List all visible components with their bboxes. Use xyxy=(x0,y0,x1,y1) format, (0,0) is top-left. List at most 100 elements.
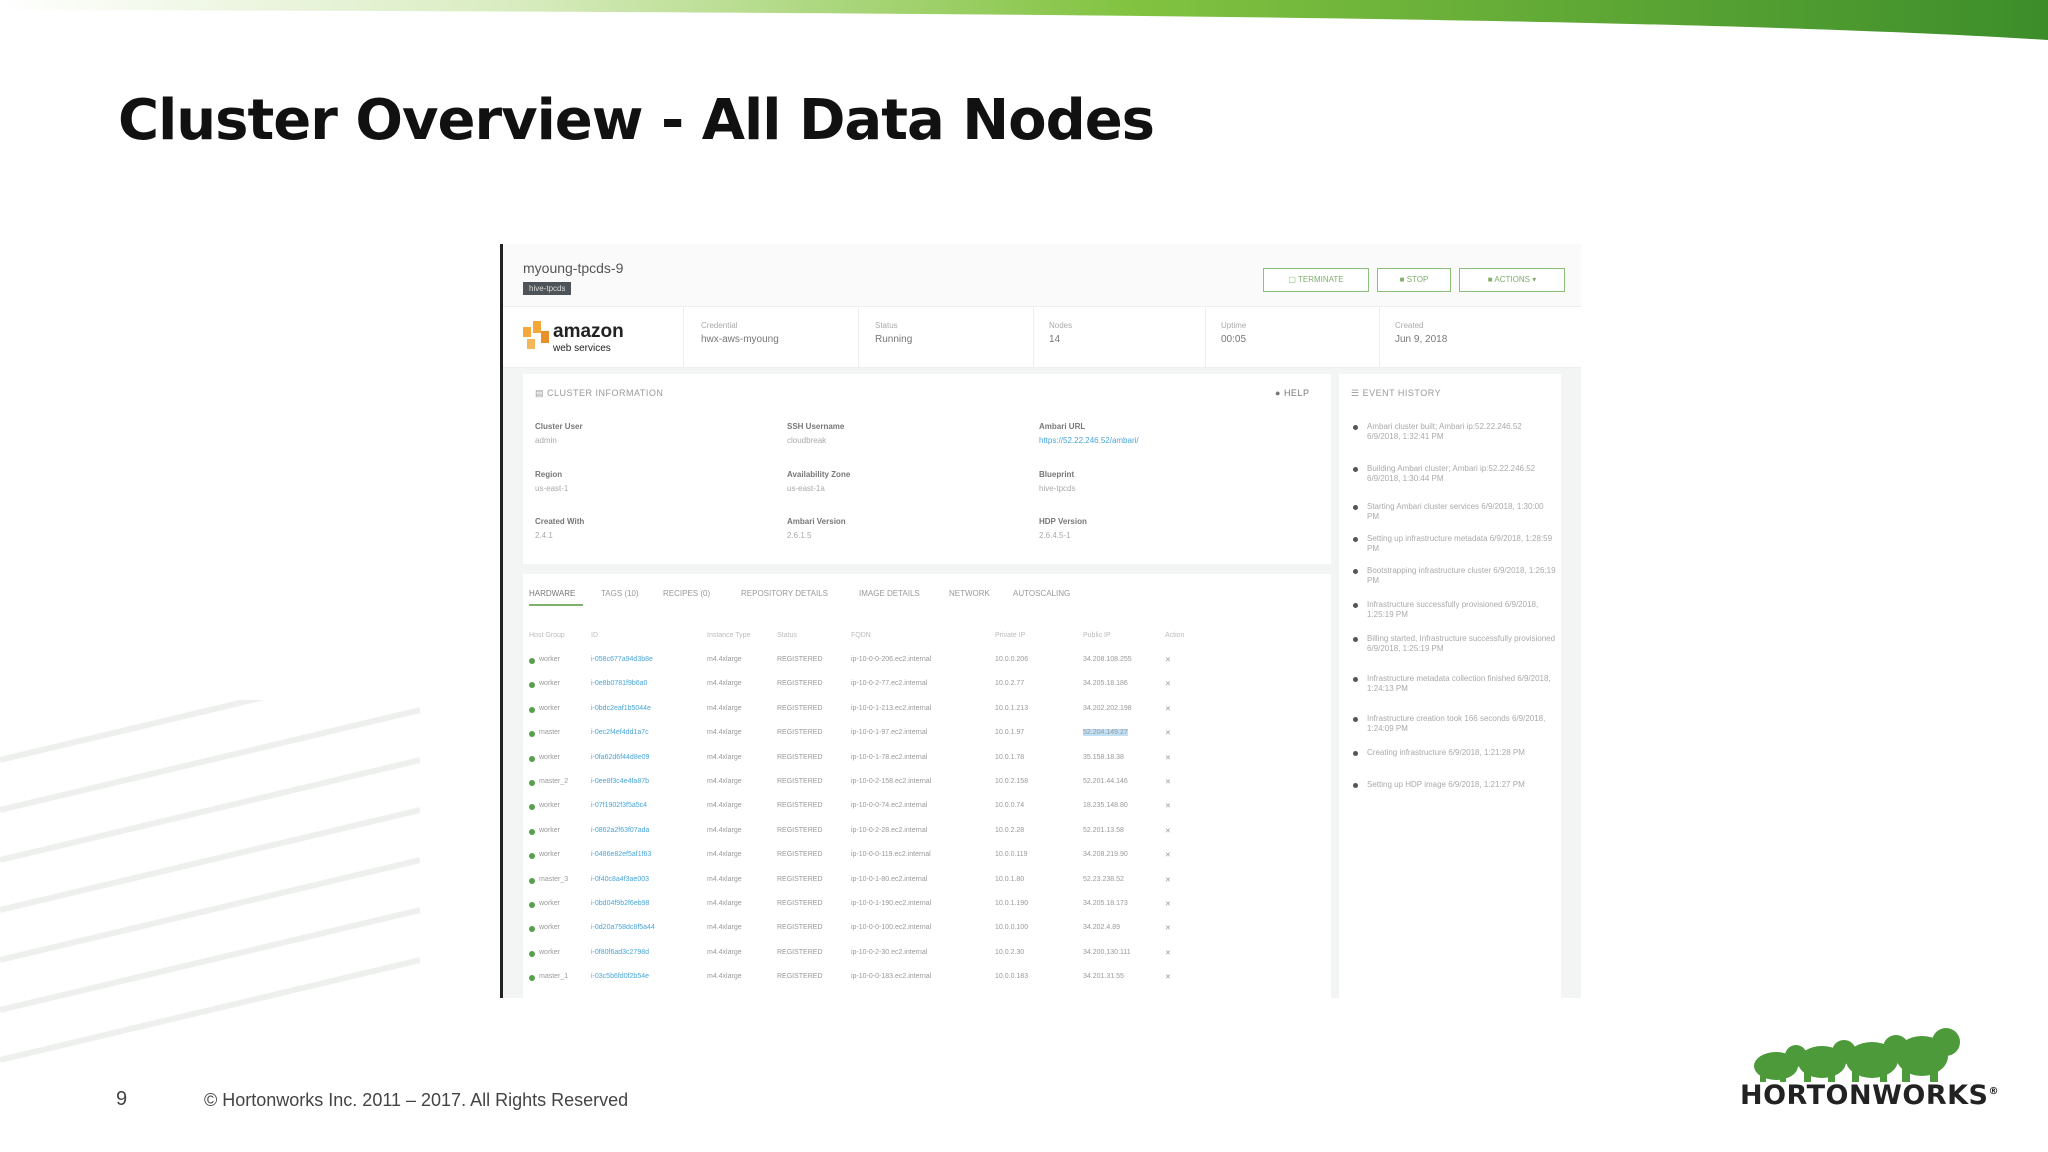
cluster-screenshot: myoung-tpcds-9 hive-tpcds ▢ TERMINATE ■ … xyxy=(500,244,1581,998)
table-cell: ip-10-0-1-213.ec2.internal xyxy=(851,704,932,712)
event-text: Infrastructure creation took 166 seconds… xyxy=(1367,714,1546,733)
instance-id-link[interactable]: i-0bdc2eaf1b5044e xyxy=(591,705,651,712)
instance-id-link[interactable]: i-0f80f6ad3c2798d xyxy=(591,949,649,956)
terminate-button[interactable]: ▢ TERMINATE xyxy=(1263,268,1369,292)
table-cell: worker xyxy=(539,826,561,834)
table-cell: 10.0.2.28 xyxy=(995,826,1025,834)
table-cell: worker xyxy=(539,704,561,712)
table-cell: m4.4xlarge xyxy=(707,778,742,785)
cluster-info-title: ▤ CLUSTER INFORMATION xyxy=(535,388,664,398)
remove-node-button[interactable]: ✕ xyxy=(1165,729,1171,737)
instance-id-link[interactable]: i-0e8b0781f9b6a0 xyxy=(591,680,647,687)
status-dot-icon xyxy=(529,706,535,713)
table-cell: REGISTERED xyxy=(777,875,823,883)
tab-autoscaling[interactable]: AUTOSCALING xyxy=(1013,589,1070,598)
remove-node-button[interactable]: ✕ xyxy=(1165,802,1171,810)
table-cell: 10.0.0.100 xyxy=(995,924,1029,932)
table-cell: 10.0.1.78 xyxy=(995,753,1025,761)
remove-node-button[interactable]: ✕ xyxy=(1165,778,1171,786)
status-dot-icon xyxy=(529,755,535,762)
table-cell: 10.0.2.77 xyxy=(995,680,1025,688)
instance-id-link[interactable]: i-0862a2f63f07ada xyxy=(591,827,649,834)
table-row: worker i-0486e82ef5af1f63 m4.4xlarge REGIST… xyxy=(503,851,1263,875)
status-dot-icon xyxy=(529,682,535,689)
table-row: worker i-0e8b0781f9b6a0 m4.4xlarge REGISTER… xyxy=(503,680,1263,704)
table-cell: worker xyxy=(539,656,561,663)
table-cell: worker xyxy=(539,900,561,907)
table-row: worker i-0bd04f9b2f6eb98 m4.4xlarge REGISTE… xyxy=(503,900,1263,924)
logo-text: HORTONWORKS xyxy=(1740,1080,1989,1111)
instance-id-link[interactable]: i-0ec2f4ef4dd1a7c xyxy=(591,729,649,736)
remove-node-button[interactable]: ✕ xyxy=(1165,851,1171,859)
table-cell: 34.205.18.173 xyxy=(1083,900,1128,907)
table-cell: 34.208.108.255 xyxy=(1083,656,1132,663)
remove-node-button[interactable]: ✕ xyxy=(1165,656,1171,664)
instance-id-link[interactable]: i-0d20a758dc8f5a44 xyxy=(591,924,655,931)
table-cell: ip-10-0-2-30.ec2.internal xyxy=(851,948,928,956)
event-bullet-icon xyxy=(1353,637,1358,642)
table-cell: 34.208.219.90 xyxy=(1083,851,1128,859)
table-cell: 34.205.18.186 xyxy=(1083,680,1128,688)
table-cell: 52.204.149.27 xyxy=(1083,729,1128,737)
tab-repository-details[interactable]: REPOSITORY DETAILS xyxy=(741,589,828,598)
elephant-herd-icon xyxy=(1754,1028,1960,1082)
table-cell: ip-10-0-0-74.ec2.internal xyxy=(851,802,928,810)
tab-network[interactable]: NETWORK xyxy=(949,589,990,598)
event-history-title: ☰ EVENT HISTORY xyxy=(1351,388,1442,398)
table-cell: ip-10-0-0-119.ec2.internal xyxy=(851,851,931,859)
table-cell: worker xyxy=(539,851,561,859)
tab-image-details[interactable]: IMAGE DETAILS xyxy=(859,589,920,598)
instance-id-link[interactable]: i-0bd04f9b2f6eb98 xyxy=(591,900,649,907)
status-dot-icon xyxy=(529,975,535,982)
tab-hardware[interactable]: HARDWARE xyxy=(529,589,575,598)
cluster-info-panel: ▤ CLUSTER INFORMATION ● HELP Cluster Use… xyxy=(523,374,1331,564)
table-row: master i-0ec2f4ef4dd1a7c m4.4xlarge REGISTE… xyxy=(503,729,1263,753)
table-cell: ip-10-0-1-97.ec2.internal xyxy=(851,729,928,737)
status-dot-icon xyxy=(529,828,535,835)
event-text: Setting up HDP image 6/9/2018, 1:21:27 P… xyxy=(1367,780,1525,789)
table-cell: 52.201.13.58 xyxy=(1083,826,1124,834)
remove-node-button[interactable]: ✕ xyxy=(1165,949,1171,957)
instance-id-link[interactable]: i-0fa62d6f44d8e09 xyxy=(591,754,649,761)
table-cell: m4.4xlarge xyxy=(707,680,742,688)
remove-node-button[interactable]: ✕ xyxy=(1165,827,1171,835)
table-row: master_3 i-0f40c8a4f3ae003 m4.4xlarge REGIS… xyxy=(503,876,1263,900)
event-text: Infrastructure successfully provisioned … xyxy=(1367,600,1539,619)
instance-id-link[interactable]: i-0f40c8a4f3ae003 xyxy=(591,876,649,883)
table-cell: REGISTERED xyxy=(777,680,823,688)
remove-node-button[interactable]: ✕ xyxy=(1165,705,1171,713)
table-cell: m4.4xlarge xyxy=(707,875,742,883)
table-cell: 10.0.0.74 xyxy=(995,802,1025,810)
remove-node-button[interactable]: ✕ xyxy=(1165,900,1171,908)
tab-tags[interactable]: TAGS (10) xyxy=(601,589,639,598)
remove-node-button[interactable]: ✕ xyxy=(1165,924,1171,932)
help-link[interactable]: ● HELP xyxy=(1275,388,1309,398)
remove-node-button[interactable]: ✕ xyxy=(1165,680,1171,688)
remove-node-button[interactable]: ✕ xyxy=(1165,876,1171,884)
remove-node-button[interactable]: ✕ xyxy=(1165,973,1171,981)
table-cell: 52.201.44.146 xyxy=(1083,778,1128,785)
table-cell: 10.0.0.183 xyxy=(995,973,1029,981)
instance-id-link[interactable]: i-0ee8f3c4e4fa87b xyxy=(591,778,649,785)
table-cell: m4.4xlarge xyxy=(707,973,742,981)
table-cell: ip-10-0-1-78.ec2.internal xyxy=(851,753,928,761)
stop-button[interactable]: ■ STOP xyxy=(1377,268,1451,292)
summary-status: Status Running xyxy=(875,321,913,345)
remove-node-button[interactable]: ✕ xyxy=(1165,754,1171,762)
instance-id-link[interactable]: i-058c677a94d3b8e xyxy=(591,656,653,663)
actions-button[interactable]: ■ ACTIONS ▾ xyxy=(1459,268,1565,292)
table-cell: REGISTERED xyxy=(777,851,823,859)
status-dot-icon xyxy=(529,926,535,933)
table-cell: REGISTERED xyxy=(777,753,823,761)
table-cell: m4.4xlarge xyxy=(707,753,742,761)
table-cell: master xyxy=(539,729,561,737)
table-cell: m4.4xlarge xyxy=(707,826,742,834)
tab-recipes[interactable]: RECIPES (0) xyxy=(663,589,710,598)
instance-id-link[interactable]: i-0486e82ef5af1f63 xyxy=(591,851,651,858)
event-text: Ambari cluster built; Ambari ip:52.22.24… xyxy=(1367,422,1522,441)
table-cell: ip-10-0-2-77.ec2.internal xyxy=(851,680,928,688)
ambari-url-link[interactable]: https://52.22.246.52/ambari/ xyxy=(1039,436,1139,445)
table-cell: ip-10-0-0-100.ec2.internal xyxy=(851,924,932,932)
instance-id-link[interactable]: i-07f1902f3f5a5c4 xyxy=(591,802,647,809)
instance-id-link[interactable]: i-03c5b6fd0f2b54e xyxy=(591,973,649,980)
